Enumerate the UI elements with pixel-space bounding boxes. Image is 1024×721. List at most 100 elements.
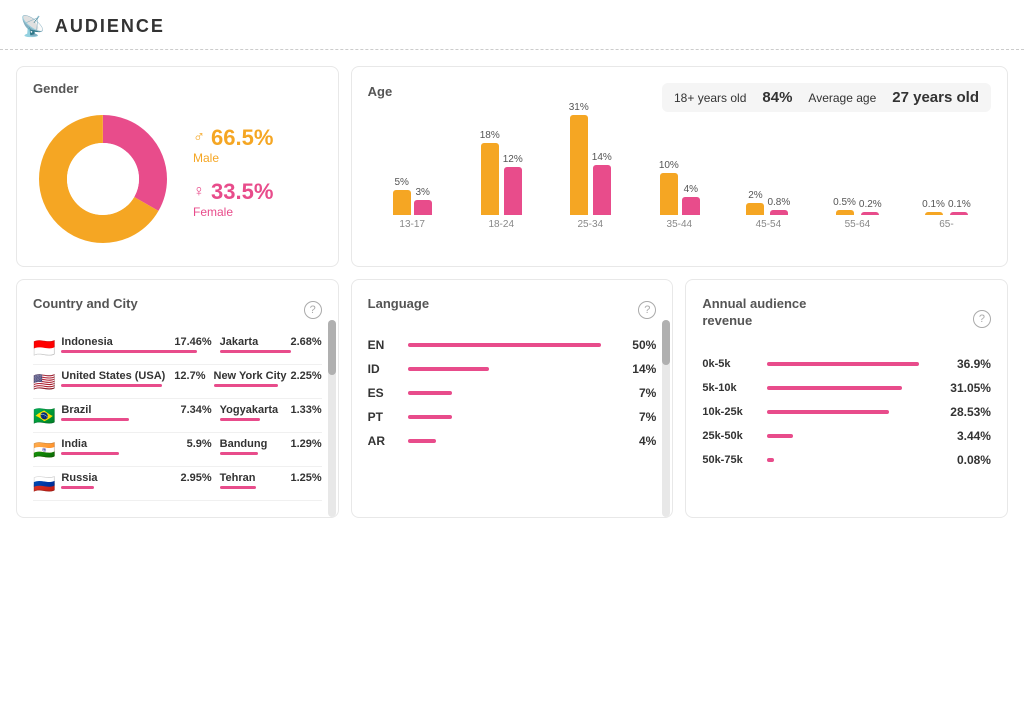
lang-pct: 4% [621, 434, 656, 448]
yellow-pct-label: 2% [748, 190, 762, 201]
female-label: Female [193, 205, 273, 219]
revenue-bar [767, 458, 774, 462]
pink-pct-label: 0.1% [948, 199, 971, 210]
language-header: Language ? [368, 296, 657, 323]
language-help-icon[interactable]: ? [638, 301, 656, 319]
country-row: 🇮🇩 Indonesia 17.46% Jakarta 2.68% [33, 331, 322, 365]
male-pct: 66.5% [211, 125, 273, 151]
gender-donut [33, 109, 173, 249]
lang-scrollbar-track[interactable] [662, 320, 670, 517]
city-col: Bandung 1.29% [212, 438, 322, 455]
audience-icon: 📡 [20, 14, 45, 39]
yellow-pct-label: 0.1% [922, 199, 945, 210]
lang-code: PT [368, 410, 398, 424]
yellow-bar [393, 190, 411, 215]
age-group-label: 18-24 [488, 219, 514, 230]
age-group-label: 65- [939, 219, 953, 230]
city-name: Jakarta [220, 336, 287, 348]
country-header: Country and City ? [33, 296, 322, 323]
country-row: 🇧🇷 Brazil 7.34% Yogyakarta 1.33% [33, 399, 322, 433]
lang-pct: 7% [621, 410, 656, 424]
revenue-pct: 31.05% [946, 381, 991, 395]
yellow-bar [660, 173, 678, 215]
pink-bar [682, 197, 700, 215]
city-bar [220, 418, 261, 421]
age-group-label: 55-64 [845, 219, 871, 230]
country-list: 🇮🇩 Indonesia 17.46% Jakarta 2.68% 🇺🇸 Uni… [33, 331, 322, 501]
revenue-range: 25k-50k [702, 430, 757, 442]
country-pct: 5.9% [187, 438, 212, 450]
country-row: 🇮🇳 India 5.9% Bandung 1.29% [33, 433, 322, 467]
lang-pct: 50% [621, 338, 656, 352]
lang-bar-wrap [408, 367, 612, 371]
lang-bar-wrap [408, 391, 612, 395]
scrollbar-track[interactable] [328, 320, 336, 517]
age-bars: 5% 3% 13-17 18% 12% 18-24 31% [368, 120, 991, 250]
country-info: Russia 2.95% [61, 472, 211, 489]
lang-bar-wrap [408, 415, 612, 419]
gender-title: Gender [33, 81, 79, 96]
age-group: 18% 12% 18-24 [457, 130, 546, 230]
lang-code: ES [368, 386, 398, 400]
age-bars-pair: 18% 12% [480, 130, 523, 215]
revenue-row: 50k-75k 0.08% [702, 448, 991, 472]
yellow-bar [836, 210, 854, 215]
revenue-bar [767, 386, 902, 390]
city-bar [220, 486, 257, 489]
country-help-icon[interactable]: ? [304, 301, 322, 319]
country-pct: 17.46% [174, 336, 211, 348]
country-pct: 7.34% [180, 404, 211, 416]
country-name: Russia [61, 472, 176, 484]
scrollbar-thumb[interactable] [328, 320, 336, 375]
age-group-label: 45-54 [756, 219, 782, 230]
lang-scrollbar-thumb[interactable] [662, 320, 670, 365]
gender-legend: ♂ 66.5% Male ♀ 33.5% Female [193, 125, 273, 233]
lang-bar-wrap [408, 343, 612, 347]
age-bars-pair: 5% 3% [393, 177, 432, 215]
pink-pct-label: 12% [503, 154, 523, 165]
lang-pct: 14% [621, 362, 656, 376]
pink-bar [504, 167, 522, 215]
revenue-help-icon[interactable]: ? [973, 310, 991, 328]
male-label: Male [193, 151, 273, 165]
yellow-bar [746, 203, 764, 215]
lang-code: EN [368, 338, 398, 352]
country-pct: 12.7% [174, 370, 205, 382]
age-header: Age 18+ years old 84% Average age 27 yea… [368, 83, 991, 112]
yellow-bar [925, 212, 943, 215]
pink-bar [950, 212, 968, 215]
revenue-range: 10k-25k [702, 406, 757, 418]
language-row: EN 50% [368, 333, 657, 357]
country-info: United States (USA) 12.7% [61, 370, 205, 387]
age-group: 2% 0.8% 45-54 [724, 190, 813, 230]
country-flag: 🇮🇳 [33, 440, 55, 461]
female-pct: 33.5% [211, 179, 273, 205]
yellow-bar [570, 115, 588, 215]
age-card: Age 18+ years old 84% Average age 27 yea… [351, 66, 1008, 267]
pink-pct-label: 4% [684, 184, 698, 195]
revenue-pct: 0.08% [946, 453, 991, 467]
country-name: Brazil [61, 404, 176, 416]
yellow-pct-label: 10% [659, 160, 679, 171]
lang-pct: 7% [621, 386, 656, 400]
pink-bar [770, 210, 788, 215]
age-stat2-value: 27 years old [892, 89, 979, 106]
city-bar [220, 452, 259, 455]
language-row: ID 14% [368, 357, 657, 381]
revenue-bar [767, 434, 792, 438]
city-pct: 1.29% [290, 438, 321, 450]
city-pct: 2.25% [290, 370, 321, 382]
city-name: New York City [214, 370, 287, 382]
revenue-bar [767, 362, 919, 366]
pink-pct-label: 0.2% [859, 199, 882, 210]
age-group: 10% 4% 35-44 [635, 160, 724, 230]
revenue-range: 5k-10k [702, 382, 757, 394]
country-bar [61, 452, 118, 455]
city-name: Bandung [220, 438, 287, 450]
pink-pct-label: 3% [415, 187, 429, 198]
revenue-row: 10k-25k 28.53% [702, 400, 991, 424]
lang-bar-wrap [408, 439, 612, 443]
age-group: 0.1% 0.1% 65- [902, 199, 991, 230]
city-name: Yogyakarta [220, 404, 287, 416]
language-card: Language ? EN 50% ID 14% ES 7% PT 7% AR … [351, 279, 674, 518]
